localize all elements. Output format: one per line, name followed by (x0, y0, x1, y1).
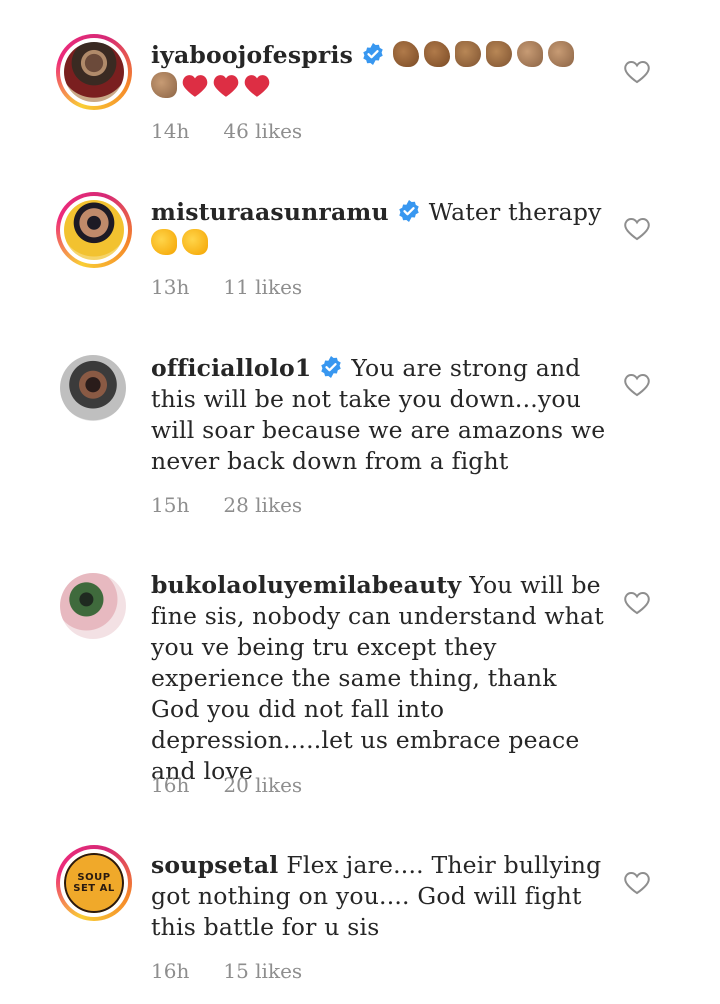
left-fist-icon (455, 41, 482, 67)
comment-meta: 15h 28 likes (151, 493, 336, 517)
comment-time: 16h (151, 959, 190, 983)
clapping-hands-icon (548, 41, 575, 67)
like-heart-icon[interactable] (624, 871, 650, 895)
like-heart-icon[interactable] (624, 373, 650, 397)
comment-likes[interactable]: 46 likes (223, 119, 302, 143)
comment-likes[interactable]: 28 likes (223, 493, 302, 517)
comment-text: You will be fine sis, nobody can underst… (151, 571, 604, 785)
avatar[interactable] (60, 573, 126, 639)
comment-body: officiallolo1 You are strong and this wil… (151, 353, 611, 477)
logo-text: SOUP SET AL (64, 853, 124, 913)
comment-body: soupsetal Flex jare.... Their bullying go… (151, 850, 611, 943)
avatar[interactable] (56, 192, 132, 268)
red-heart-icon (213, 75, 239, 97)
verified-badge-icon (399, 200, 419, 222)
clapping-hands-icon (151, 72, 177, 98)
comment-username[interactable]: bukolaoluyemilabeauty (151, 571, 461, 599)
comment-time: 14h (151, 119, 190, 143)
clapping-hands-icon (182, 229, 208, 255)
comment-text: Water therapy (428, 198, 602, 226)
comment-body: misturaasunramu Water therapy (151, 197, 611, 259)
clapping-hands-icon (151, 229, 177, 255)
comment-time: 15h (151, 493, 190, 517)
comment-time: 13h (151, 275, 190, 299)
comment-username[interactable]: officiallolo1 (151, 354, 311, 382)
comment-likes[interactable]: 20 likes (223, 773, 302, 797)
avatar[interactable]: SOUP SET AL (56, 845, 132, 921)
left-fist-icon (486, 41, 513, 67)
red-heart-icon (244, 75, 270, 97)
comment-meta: 16h 15 likes (151, 959, 336, 983)
comment-username[interactable]: soupsetal (151, 851, 278, 879)
comment-username[interactable]: iyaboojofespris (151, 41, 353, 69)
comment-body: bukolaoluyemilabeauty You will be fine si… (151, 570, 611, 787)
red-heart-icon (182, 75, 208, 97)
comment-likes[interactable]: 15 likes (223, 959, 302, 983)
clapping-hands-icon (517, 41, 544, 67)
comment-time: 16h (151, 773, 190, 797)
avatar[interactable] (56, 34, 132, 110)
comment-meta: 14h 46 likes (151, 119, 336, 143)
comment-body: iyaboojofespris (151, 40, 611, 102)
like-heart-icon[interactable] (624, 591, 650, 615)
comment-meta: 13h 11 likes (151, 275, 336, 299)
like-heart-icon[interactable] (624, 217, 650, 241)
like-heart-icon[interactable] (624, 60, 650, 84)
flexed-biceps-icon (393, 41, 420, 67)
verified-badge-icon (363, 43, 383, 65)
comment-meta: 16h 20 likes (151, 773, 336, 797)
comment-likes[interactable]: 11 likes (223, 275, 302, 299)
soupsetal-logo: SOUP SET AL (64, 853, 124, 913)
comment-username[interactable]: misturaasunramu (151, 198, 389, 226)
avatar[interactable] (60, 355, 126, 421)
verified-badge-icon (321, 356, 342, 378)
flexed-biceps-icon (424, 41, 451, 67)
